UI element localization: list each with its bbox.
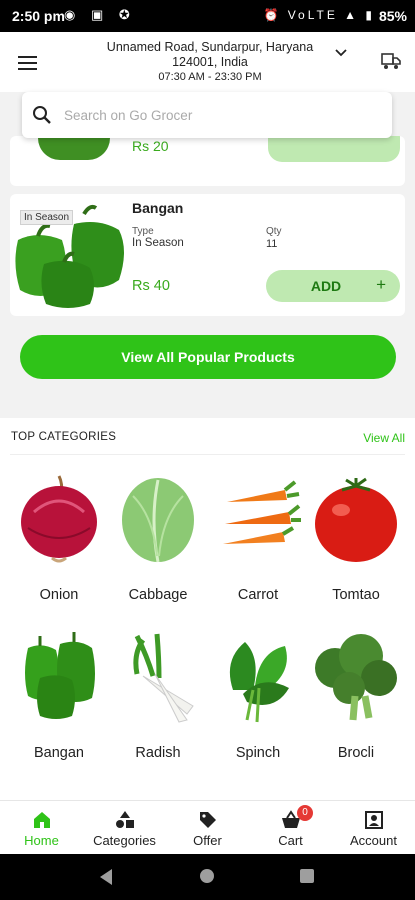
- product-card-previous[interactable]: Rs 20: [10, 136, 405, 186]
- home-circle-icon[interactable]: [200, 869, 214, 883]
- status-system-icons: ⏰ VoLTE ▲ ▮: [263, 8, 375, 22]
- product-price: Rs 40: [132, 278, 170, 294]
- in-season-badge: In Season: [20, 210, 74, 225]
- nav-home-label: Home: [24, 833, 59, 848]
- divider: [10, 454, 405, 455]
- category-label: Brocli: [337, 745, 375, 761]
- delivery-address[interactable]: Unnamed Road, Sundarpur, Haryana 124001,…: [80, 40, 340, 85]
- tag-icon: [199, 812, 216, 828]
- nav-account-label: Account: [350, 833, 397, 848]
- status-bar: 2:50 pm ◉ ▣ ✪ ⏰ VoLTE ▲ ▮ 85%: [0, 0, 415, 32]
- broccoli-icon: [315, 634, 397, 721]
- bottom-navigation: Home Categories Offer 0 Cart Account: [0, 800, 415, 855]
- product-name: Bangan: [132, 200, 184, 216]
- cart-count-badge: 0: [297, 805, 313, 821]
- address-line-2: 124001, India: [172, 55, 248, 69]
- category-spinach[interactable]: Spinch: [208, 630, 308, 770]
- category-carrot[interactable]: Carrot: [208, 472, 308, 612]
- qty-label: Qty: [266, 226, 282, 237]
- view-all-categories-link[interactable]: View All: [363, 431, 405, 445]
- add-button-label: ADD: [310, 278, 342, 294]
- radish-icon: [133, 633, 194, 723]
- category-label: Carrot: [237, 587, 279, 603]
- home-icon: [33, 812, 50, 828]
- top-categories-section: TOP CATEGORIES View All Onion Cabbage Ca…: [0, 418, 415, 800]
- status-notification-icons: ◉ ▣ ✪: [64, 7, 136, 22]
- capsicum-icon: [25, 632, 95, 719]
- category-label: Bangan: [34, 745, 84, 761]
- chevron-down-icon[interactable]: [335, 46, 347, 61]
- category-broccoli[interactable]: Brocli: [306, 630, 406, 770]
- product-image: [38, 138, 110, 160]
- category-radish[interactable]: Radish: [108, 630, 208, 770]
- nav-offer[interactable]: Offer: [166, 801, 249, 855]
- nav-offer-label: Offer: [193, 833, 222, 848]
- battery-level: 85%: [378, 8, 407, 24]
- cabbage-icon: [122, 478, 194, 563]
- category-bangan[interactable]: Bangan: [9, 630, 109, 770]
- type-value: In Season: [132, 237, 184, 249]
- spinach-icon: [229, 642, 289, 723]
- category-tomato[interactable]: Tomtao: [306, 472, 406, 612]
- onion-icon: [21, 475, 97, 563]
- category-label: Radish: [135, 745, 181, 761]
- hamburger-menu-icon[interactable]: [18, 56, 37, 70]
- category-cabbage[interactable]: Cabbage: [108, 472, 208, 612]
- section-title: TOP CATEGORIES: [11, 431, 117, 443]
- delivery-truck-icon[interactable]: [380, 52, 402, 72]
- address-line-1: Unnamed Road, Sundarpur, Haryana: [106, 40, 314, 54]
- categories-icon: [115, 811, 134, 828]
- carrot-icon: [223, 480, 301, 544]
- nav-cart-label: Cart: [278, 833, 303, 848]
- status-time: 2:50 pm: [12, 8, 65, 24]
- category-label: Tomtao: [332, 587, 380, 603]
- search-icon: [33, 106, 51, 124]
- type-label: Type: [132, 226, 154, 237]
- category-label: Onion: [39, 587, 79, 603]
- category-label: Cabbage: [128, 587, 188, 603]
- nav-home[interactable]: Home: [0, 801, 83, 855]
- nav-categories-label: Categories: [93, 833, 156, 848]
- store-hours: 07:30 AM - 23:30 PM: [158, 71, 262, 83]
- add-button[interactable]: [268, 136, 400, 162]
- nav-cart[interactable]: 0 Cart: [249, 801, 332, 855]
- recent-apps-icon[interactable]: [300, 869, 314, 883]
- plus-icon: +: [376, 275, 386, 294]
- account-icon: [364, 811, 383, 829]
- nav-categories[interactable]: Categories: [83, 801, 166, 855]
- nav-account[interactable]: Account: [332, 801, 415, 855]
- search-input[interactable]: [62, 100, 376, 130]
- app-header: Unnamed Road, Sundarpur, Haryana 124001,…: [0, 32, 415, 92]
- product-card[interactable]: In Season Bangan Type In Season Qty 11 R…: [10, 194, 405, 316]
- category-label: Spinch: [235, 745, 281, 761]
- view-all-popular-products-button[interactable]: View All Popular Products: [20, 335, 396, 379]
- back-icon[interactable]: [100, 869, 112, 885]
- tomato-icon: [315, 477, 397, 562]
- product-price: Rs 20: [132, 138, 169, 154]
- category-onion[interactable]: Onion: [9, 472, 109, 612]
- qty-value: 11: [266, 238, 278, 250]
- add-to-cart-button[interactable]: ADD +: [266, 270, 400, 302]
- system-navigation-bar: [0, 854, 415, 900]
- search-bar[interactable]: [22, 92, 392, 138]
